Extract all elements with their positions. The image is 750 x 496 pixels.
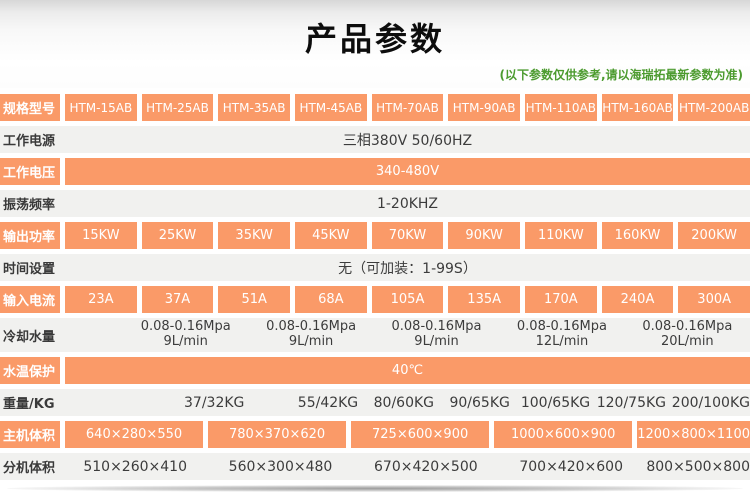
table-row-water-temp-protection: 水温保护 40℃ <box>0 357 750 384</box>
model-cell: HTM-45AB <box>295 94 367 121</box>
output-power-cell: 45KW <box>295 222 367 249</box>
weight-cell: 37/32KG <box>141 389 288 416</box>
output-power-cell: 70KW <box>372 222 444 249</box>
model-cell: HTM-25AB <box>142 94 214 121</box>
row-label-cooling-water: 冷却水量 <box>0 318 60 352</box>
table-row-time-setting: 时间设置 无（可加装：1-99S） <box>0 254 750 281</box>
row-label-output-power: 输出功率 <box>0 222 60 249</box>
page-title: 产品参数 <box>305 0 445 60</box>
output-power-cell: 35KW <box>218 222 290 249</box>
water-temp-value: 40℃ <box>65 357 750 384</box>
row-label-main-unit-size: 主机体积 <box>0 421 60 448</box>
oscillation-frequency-value: 1-20KHZ <box>65 190 750 217</box>
input-current-cell: 37A <box>142 286 214 313</box>
cooling-flow: 9L/min <box>289 335 333 350</box>
table-row-spec-models: 规格型号 HTM-15AB HTM-25AB HTM-35AB HTM-45AB… <box>0 94 750 121</box>
cooling-pressure: 0.08-0.16Mpa <box>517 320 607 335</box>
table-row-oscillation-frequency: 振荡频率 1-20KHZ <box>0 190 750 217</box>
power-supply-value: 三相380V 50/60HZ <box>65 126 750 153</box>
weight-cell: 100/65KG <box>520 389 591 416</box>
row-label-water-temp-protection: 水温保护 <box>0 357 60 384</box>
product-parameters-page: 产品参数 (以下参数仅供参考,请以海瑞拓最新参数为准) 规格型号 HTM-15A… <box>0 0 750 496</box>
output-power-cell: 110KW <box>525 222 597 249</box>
output-power-cell: 160KW <box>602 222 674 249</box>
cooling-pressure: 0.08-0.16Mpa <box>141 320 231 335</box>
cooling-pressure: 0.08-0.16Mpa <box>642 320 732 335</box>
main-unit-size-cell: 1000×600×900 <box>494 421 632 448</box>
main-unit-size-cell: 780×370×620 <box>208 421 346 448</box>
model-cell: HTM-35AB <box>218 94 290 121</box>
model-cell: HTM-70AB <box>372 94 444 121</box>
cooling-water-cell: 0.08-0.16Mpa 9L/min <box>123 318 248 352</box>
row-label-power-supply: 工作电源 <box>0 126 60 153</box>
input-current-cell: 300A <box>678 286 750 313</box>
table-row-power-supply: 工作电源 三相380V 50/60HZ <box>0 126 750 153</box>
table-row-main-unit-size: 主机体积 640×280×550 780×370×620 725×600×900… <box>0 421 750 448</box>
cooling-flow: 9L/min <box>414 335 458 350</box>
row-label-input-current: 输入电流 <box>0 286 60 313</box>
sub-unit-size-cell: 510×260×410 <box>65 453 205 480</box>
row-label-time-setting: 时间设置 <box>0 254 60 281</box>
output-power-cell: 90KW <box>448 222 520 249</box>
row-label-oscillation-frequency: 振荡频率 <box>0 190 60 217</box>
row-label-spec-models: 规格型号 <box>0 94 60 121</box>
cooling-flow: 12L/min <box>536 335 589 350</box>
model-cell: HTM-200AB <box>678 94 750 121</box>
output-power-cell: 25KW <box>142 222 214 249</box>
output-power-cell: 200KW <box>678 222 750 249</box>
cooling-pressure: 0.08-0.16Mpa <box>266 320 356 335</box>
cooling-flow: 9L/min <box>163 335 207 350</box>
model-cell: HTM-90AB <box>448 94 520 121</box>
table-row-sub-unit-size: 分机体积 510×260×410 560×300×480 670×420×500… <box>0 453 750 480</box>
weight-cell: 120/75KG <box>596 389 667 416</box>
input-current-cell: 135A <box>448 286 520 313</box>
model-cell: HTM-160AB <box>602 94 674 121</box>
cooling-water-cell: 0.08-0.16Mpa 9L/min <box>248 318 373 352</box>
input-current-cell: 170A <box>525 286 597 313</box>
cooling-water-cells: 0.08-0.16Mpa 9L/min 0.08-0.16Mpa 9L/min … <box>65 318 750 352</box>
input-current-cell: 68A <box>295 286 367 313</box>
cooling-water-cell: 0.08-0.16Mpa 12L/min <box>499 318 624 352</box>
row-label-sub-unit-size: 分机体积 <box>0 453 60 480</box>
input-current-cell: 51A <box>218 286 290 313</box>
main-unit-size-cell: 1200×800×1100 <box>637 421 750 448</box>
table-row-weight: 重量/KG 37/32KG 55/42KG 80/60KG 90/65KG 10… <box>0 389 750 416</box>
cooling-water-cell: 0.08-0.16Mpa 20L/min <box>625 318 750 352</box>
input-current-cell: 105A <box>372 286 444 313</box>
table-row-output-power: 输出功率 15KW 25KW 35KW 45KW 70KW 90KW 110KW… <box>0 222 750 249</box>
table-row-working-voltage: 工作电压 340-480V <box>0 158 750 185</box>
cooling-flow: 20L/min <box>661 335 714 350</box>
sub-unit-size-cell: 560×300×480 <box>210 453 350 480</box>
sub-unit-size-cell: 800×500×800 <box>646 453 750 480</box>
working-voltage-value: 340-480V <box>65 158 750 185</box>
weight-cell: 200/100KG <box>672 389 750 416</box>
spec-table: 规格型号 HTM-15AB HTM-25AB HTM-35AB HTM-45AB… <box>0 88 750 480</box>
cooling-water-cell: 0.08-0.16Mpa 9L/min <box>374 318 499 352</box>
cooling-pressure: 0.08-0.16Mpa <box>392 320 482 335</box>
weight-cell: 55/42KG <box>293 389 364 416</box>
weight-cell: 90/65KG <box>444 389 515 416</box>
sub-unit-size-cell: 670×420×500 <box>356 453 496 480</box>
row-label-working-voltage: 工作电压 <box>0 158 60 185</box>
main-unit-size-cell: 640×280×550 <box>65 421 203 448</box>
row-label-weight: 重量/KG <box>0 389 60 416</box>
table-row-cooling-water: 冷却水量 0.08-0.16Mpa 9L/min 0.08-0.16Mpa 9L… <box>0 318 750 352</box>
table-row-input-current: 输入电流 23A 37A 51A 68A 105A 135A 170A 240A… <box>0 286 750 313</box>
input-current-cell: 23A <box>65 286 137 313</box>
model-cell: HTM-110AB <box>525 94 597 121</box>
time-setting-value: 无（可加装：1-99S） <box>65 254 750 281</box>
main-unit-size-cell: 725×600×900 <box>351 421 489 448</box>
model-cell: HTM-15AB <box>65 94 137 121</box>
disclaimer-note: (以下参数仅供参考,请以海瑞拓最新参数为准) <box>499 66 743 83</box>
sub-unit-size-cell: 700×420×600 <box>501 453 641 480</box>
output-power-cell: 15KW <box>65 222 137 249</box>
weight-cell: 80/60KG <box>368 389 439 416</box>
page-header: 产品参数 (以下参数仅供参考,请以海瑞拓最新参数为准) <box>0 0 750 88</box>
input-current-cell: 240A <box>602 286 674 313</box>
bottom-shadow-divider <box>7 485 743 492</box>
